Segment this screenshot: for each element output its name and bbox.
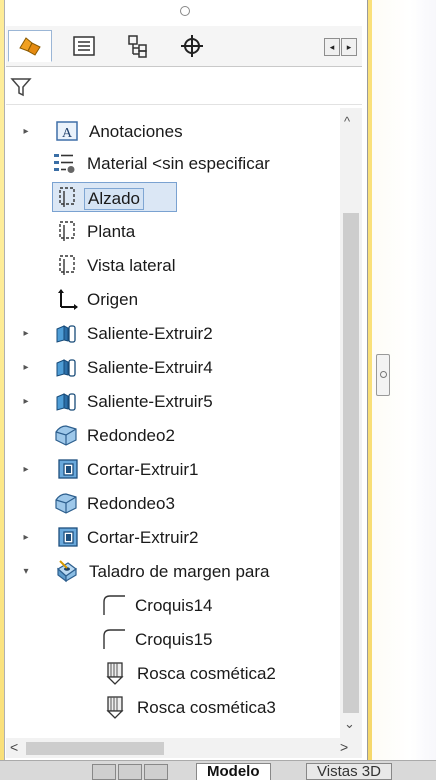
tab-dimxpert-manager[interactable]	[170, 30, 214, 62]
tree-item-rosca-cosmetica3[interactable]: Rosca cosmética3	[6, 692, 336, 722]
tab-configuration-manager[interactable]	[116, 30, 160, 62]
boss-extrude-icon	[56, 325, 76, 343]
expand-arrow-icon[interactable]: ▸	[20, 531, 32, 543]
vertical-scrollbar[interactable]: ^ ⌄	[340, 108, 362, 738]
cosmetic-thread-icon	[106, 662, 124, 685]
tree-item-label: Vista lateral	[87, 256, 176, 275]
tree-item-label: Anotaciones	[89, 122, 183, 141]
tab-scroll-left-button[interactable]: ◂	[324, 38, 340, 56]
tree-item-label: Material <sin especificar	[87, 154, 270, 173]
tree-item-saliente-extruir5[interactable]: ▸ Saliente-Extruir5	[6, 386, 336, 416]
tree-item-cortar-extruir2[interactable]: ▸ Cortar-Extruir2	[6, 522, 336, 552]
tab-vistas-3d[interactable]: Vistas 3D	[306, 763, 392, 780]
boss-extrude-icon	[56, 359, 76, 377]
plane-icon	[59, 221, 75, 241]
configuration-manager-icon	[128, 35, 147, 58]
tree-item-cortar-extruir1[interactable]: ▸ Cortar-Extruir1	[6, 454, 336, 484]
expand-arrow-icon[interactable]: ▸	[20, 395, 32, 407]
expand-arrow-icon[interactable]: ▸	[20, 361, 32, 373]
expand-arrow-icon[interactable]: ▸	[20, 463, 32, 475]
tree-item-label: Croquis14	[135, 596, 213, 615]
origin-icon	[58, 289, 78, 310]
property-manager-icon	[73, 36, 95, 56]
tree-item-label: Redondeo3	[87, 494, 175, 513]
tree-item-label: Cortar-Extruir1	[87, 460, 199, 479]
scroll-right-arrow[interactable]: >	[340, 739, 348, 755]
tree-item-croquis14[interactable]: Croquis14	[6, 590, 336, 620]
tree-item-label: Rosca cosmética3	[137, 698, 276, 717]
svg-text:A: A	[62, 126, 73, 141]
vertical-scroll-thumb[interactable]	[343, 213, 359, 713]
tab-modelo[interactable]: Modelo	[196, 763, 271, 780]
tree-item-label: Taladro de margen para	[89, 562, 270, 581]
tab-feature-manager[interactable]	[8, 30, 52, 62]
tree-item-anotaciones[interactable]: ▸ A Anotaciones	[6, 116, 336, 146]
cut-extrude-icon	[58, 459, 78, 479]
next-tab-button[interactable]	[144, 764, 168, 780]
prev-tab-button[interactable]	[118, 764, 142, 780]
scroll-left-arrow[interactable]: <	[10, 739, 18, 755]
feature-manager-icon	[19, 37, 41, 56]
tree-item-label: Origen	[87, 290, 139, 309]
tree-item-label: Croquis15	[135, 630, 213, 649]
tree-item-saliente-extruir2[interactable]: ▸ Saliente-Extruir2	[6, 318, 336, 348]
tree-item-saliente-extruir4[interactable]: ▸ Saliente-Extruir4	[6, 352, 336, 382]
scroll-down-arrow[interactable]: ⌄	[344, 716, 355, 732]
hole-wizard-icon	[56, 560, 78, 583]
scroll-up-arrow[interactable]: ^	[344, 114, 350, 129]
collapse-arrow-icon[interactable]: ▾	[20, 565, 32, 577]
tree-item-redondeo3[interactable]: Redondeo3	[6, 488, 336, 518]
scroll-right-icon: ▸	[346, 41, 352, 52]
filter-bar	[6, 70, 362, 105]
scroll-left-icon: ◂	[329, 41, 335, 52]
panel-resize-handle[interactable]	[376, 354, 390, 396]
fillet-icon	[55, 425, 77, 446]
tree-item-material[interactable]: Material <sin especificar	[6, 148, 336, 178]
plane-icon	[59, 187, 75, 207]
tree-item-label: Saliente-Extruir5	[87, 392, 213, 411]
cosmetic-thread-icon	[106, 696, 124, 719]
feature-tree: ▸ A Anotaciones Material <sin especifica…	[6, 108, 336, 738]
tab-nav-buttons	[92, 764, 168, 780]
cut-extrude-icon	[58, 527, 78, 547]
annotations-icon: A	[56, 121, 78, 141]
expand-arrow-icon[interactable]: ▸	[20, 125, 32, 137]
tree-item-vista-lateral[interactable]: Vista lateral	[6, 250, 336, 280]
tree-item-label: Planta	[87, 222, 136, 241]
tree-item-taladro[interactable]: ▾ Taladro de margen para	[6, 556, 336, 586]
tree-item-redondeo2[interactable]: Redondeo2	[6, 420, 336, 450]
tree-item-origen[interactable]: Origen	[6, 284, 336, 314]
tree-item-label: Cortar-Extruir2	[87, 528, 199, 547]
expand-arrow-icon[interactable]: ▸	[20, 327, 32, 339]
material-icon	[54, 154, 75, 173]
plane-icon	[59, 255, 75, 275]
dimxpert-manager-icon	[181, 35, 203, 57]
horizontal-scrollbar[interactable]: < >	[6, 738, 362, 758]
tree-item-label: Saliente-Extruir2	[87, 324, 213, 343]
tree-item-planta[interactable]: Planta	[6, 216, 336, 246]
tree-item-rosca-cosmetica2[interactable]: Rosca cosmética2	[6, 658, 336, 688]
top-resize-handle[interactable]	[180, 6, 190, 16]
tree-item-label: Saliente-Extruir4	[87, 358, 213, 377]
fillet-icon	[55, 493, 77, 514]
tree-item-label: Rosca cosmética2	[137, 664, 276, 683]
bottom-tab-bar: Modelo Vistas 3D	[0, 760, 436, 780]
sketch-icon	[103, 629, 125, 649]
boss-extrude-icon	[56, 393, 76, 411]
tree-item-label: Alzado	[84, 188, 144, 210]
tree-item-croquis15[interactable]: Croquis15	[6, 624, 336, 654]
manager-tab-bar: ◂ ▸	[6, 26, 362, 67]
tree-item-label: Redondeo2	[87, 426, 175, 445]
tab-scroll-right-button[interactable]: ▸	[341, 38, 357, 56]
tree-item-alzado[interactable]: Alzado	[6, 182, 336, 212]
first-tab-button[interactable]	[92, 764, 116, 780]
sketch-icon	[103, 595, 125, 615]
horizontal-scroll-thumb[interactable]	[26, 742, 164, 755]
tab-property-manager[interactable]	[62, 30, 106, 62]
filter-icon[interactable]	[10, 76, 32, 98]
